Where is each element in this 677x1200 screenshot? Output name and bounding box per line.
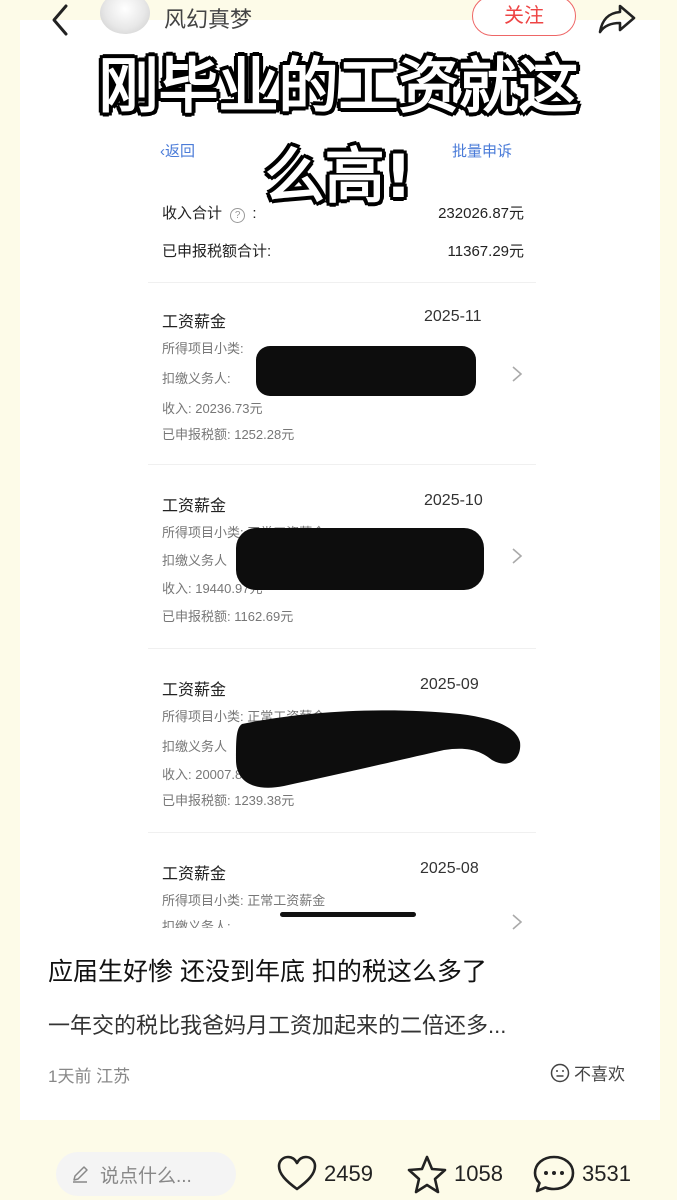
like-count: 2459: [324, 1161, 373, 1186]
favorite-count: 1058: [454, 1161, 503, 1186]
avatar[interactable]: [100, 0, 150, 34]
item-tax: 已申报税额: 1162.69元: [162, 609, 294, 624]
item-title: 工资薪金: [162, 314, 227, 331]
divider: [148, 464, 536, 465]
star-icon: [407, 1155, 447, 1194]
post-title: 应届生好惨 还没到年底 扣的税这么多了: [48, 958, 487, 986]
post-meta: 1天前 江苏: [48, 1067, 131, 1086]
item-title: 工资薪金: [162, 682, 227, 699]
chevron-right-icon: [512, 914, 523, 930]
comment-count: 3531: [582, 1161, 631, 1186]
item-date: 2025-09: [420, 676, 479, 693]
top-bar: 风幻真梦 关注: [0, 0, 677, 40]
item-date: 2025-10: [424, 492, 483, 509]
heart-icon: [277, 1155, 317, 1191]
share-icon: [598, 4, 636, 34]
chevron-right-icon: [512, 548, 523, 564]
chevron-right-icon: [512, 366, 523, 382]
divider: [148, 832, 536, 833]
divider: [148, 648, 536, 649]
comment-input[interactable]: 说点什么...: [56, 1152, 236, 1196]
item-title: 工资薪金: [162, 866, 227, 883]
overlay-caption-line1: 刚毕业的工资就这: [98, 52, 579, 122]
dislike-face-icon: [550, 1063, 570, 1082]
like-button[interactable]: 2459: [276, 1152, 373, 1196]
item-subtype: 所得项目小类: 正常工资薪金: [162, 893, 326, 908]
declared-total-label: 已申报税额合计:: [162, 243, 272, 260]
item-payer: 扣缴义务人:: [162, 919, 231, 928]
item-date: 2025-08: [420, 860, 479, 877]
item-payer: 扣缴义务人:: [162, 371, 231, 386]
dislike-button[interactable]: 不喜欢: [550, 1060, 625, 1085]
back-button[interactable]: [40, 2, 80, 38]
comment-button[interactable]: 3531: [532, 1152, 631, 1196]
item-income: 收入: 20236.73元: [162, 401, 263, 416]
redaction-mark: [236, 710, 521, 788]
item-title: 工资薪金: [162, 498, 227, 515]
item-tax: 已申报税额: 1252.28元: [162, 427, 295, 442]
comment-bubble-icon: [533, 1155, 575, 1193]
post-body[interactable]: 一年交的税比我爸妈月工资加起来的二倍还多...: [48, 1008, 506, 1040]
declared-total-value: 11367.29元: [447, 243, 524, 260]
screen: 风幻真梦 关注 ‹返回 批量申诉 收入合计 ? : 232026.87元 已申报…: [0, 0, 677, 1200]
item-subtype: 所得项目小类:: [162, 341, 244, 356]
author-name[interactable]: 风幻真梦: [164, 2, 252, 34]
overlay-caption-line2: 么高!: [264, 142, 413, 212]
share-button[interactable]: [596, 0, 640, 36]
image-carousel-indicator: [280, 912, 416, 917]
follow-button[interactable]: 关注: [472, 0, 576, 36]
pencil-icon: [73, 1166, 88, 1183]
item-date: 2025-11: [424, 308, 482, 325]
favorite-button[interactable]: 1058: [406, 1152, 503, 1196]
redaction-mark: [236, 528, 484, 590]
item-payer: 扣缴义务人: [162, 739, 228, 754]
redaction-mark: [256, 346, 476, 396]
item-payer: 扣缴义务人: [162, 553, 228, 568]
divider: [148, 282, 536, 283]
chevron-left-icon: [52, 4, 68, 36]
